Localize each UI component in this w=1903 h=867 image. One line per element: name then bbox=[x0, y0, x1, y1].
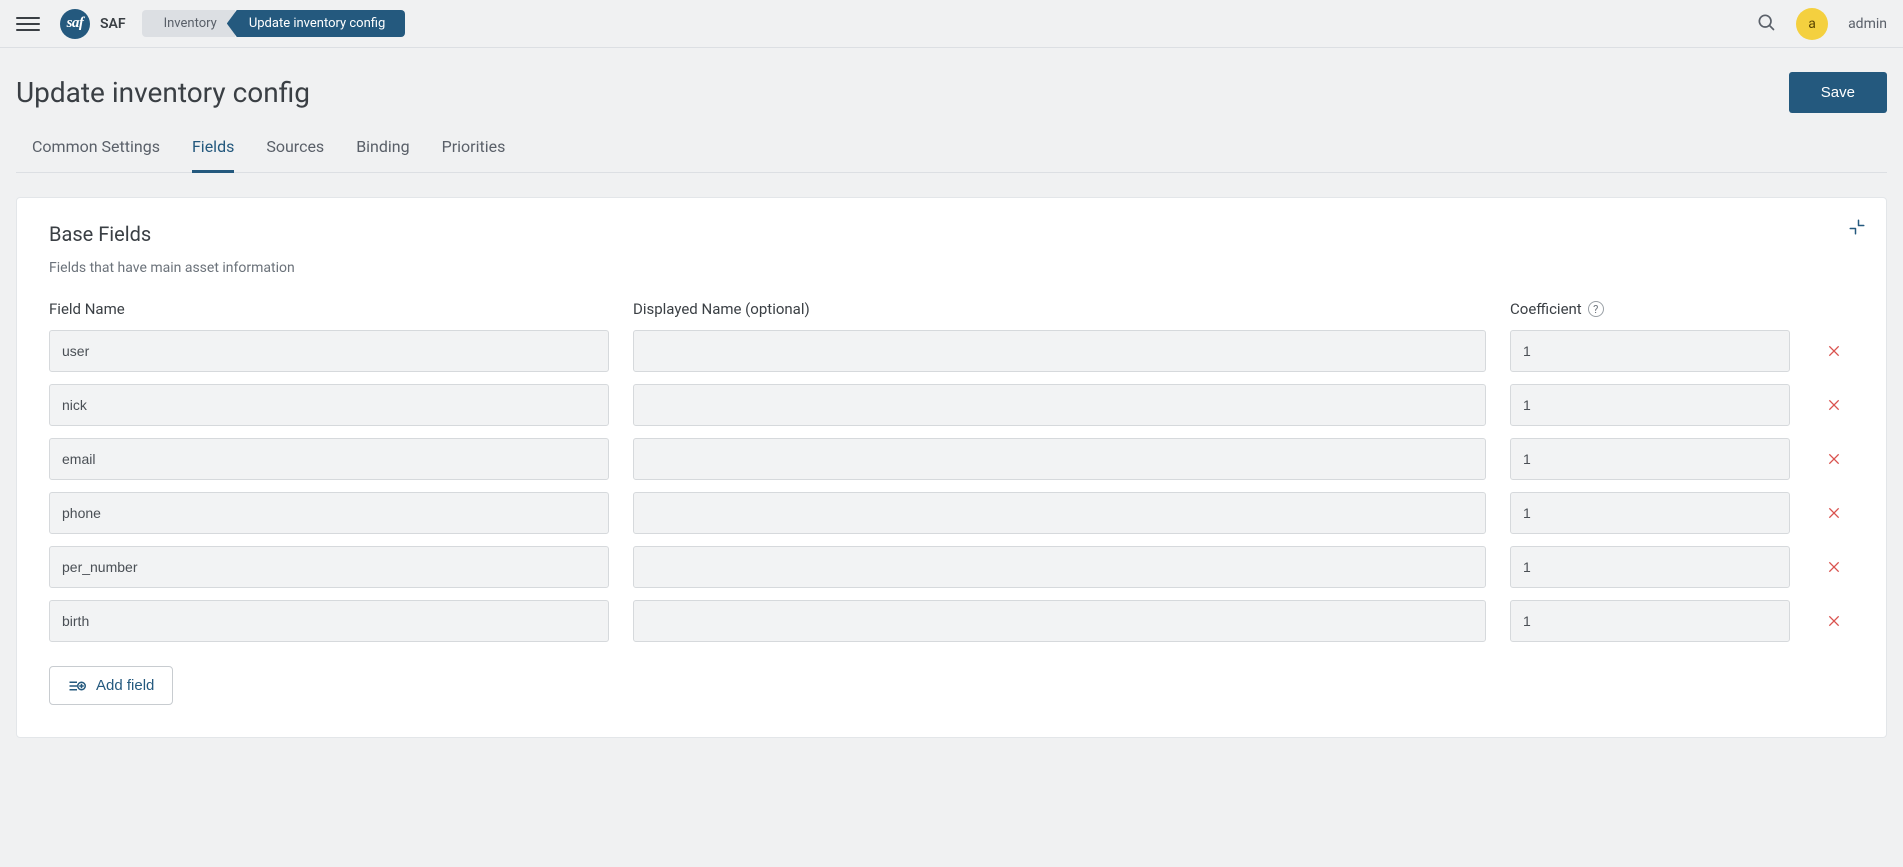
close-icon bbox=[1826, 451, 1842, 467]
delete-row-button[interactable] bbox=[1814, 613, 1854, 629]
field-row bbox=[49, 600, 1854, 642]
col-header-displayed: Displayed Name (optional) bbox=[633, 300, 1486, 318]
close-icon bbox=[1826, 559, 1842, 575]
field-name-input[interactable] bbox=[49, 492, 609, 534]
collapse-icon bbox=[1848, 218, 1866, 236]
coefficient-input[interactable] bbox=[1510, 600, 1790, 642]
topbar: saf SAF Inventory Update inventory confi… bbox=[0, 0, 1903, 48]
field-row bbox=[49, 438, 1854, 480]
field-name-input[interactable] bbox=[49, 330, 609, 372]
breadcrumb: Inventory Update inventory config bbox=[142, 10, 406, 37]
page-header: Update inventory config Save bbox=[0, 48, 1903, 113]
displayed-name-input[interactable] bbox=[633, 384, 1486, 426]
delete-row-button[interactable] bbox=[1814, 397, 1854, 413]
breadcrumb-item-inventory[interactable]: Inventory bbox=[142, 10, 235, 37]
displayed-name-input[interactable] bbox=[633, 330, 1486, 372]
tab-binding[interactable]: Binding bbox=[356, 137, 409, 172]
delete-row-button[interactable] bbox=[1814, 343, 1854, 359]
coefficient-help-icon[interactable]: ? bbox=[1588, 301, 1604, 317]
close-icon bbox=[1826, 343, 1842, 359]
field-row bbox=[49, 492, 1854, 534]
breadcrumb-item-current: Update inventory config bbox=[227, 10, 405, 37]
coefficient-input[interactable] bbox=[1510, 330, 1790, 372]
tab-fields[interactable]: Fields bbox=[192, 137, 234, 173]
field-name-input[interactable] bbox=[49, 600, 609, 642]
tab-common-settings[interactable]: Common Settings bbox=[32, 137, 160, 172]
app-logo: saf bbox=[60, 9, 90, 39]
field-row bbox=[49, 546, 1854, 588]
coefficient-input[interactable] bbox=[1510, 438, 1790, 480]
field-row bbox=[49, 330, 1854, 372]
add-field-button[interactable]: Add field bbox=[49, 666, 173, 705]
add-field-icon bbox=[68, 679, 86, 693]
base-fields-card: Base Fields Fields that have main asset … bbox=[16, 197, 1887, 738]
add-field-label: Add field bbox=[96, 677, 154, 694]
search-icon bbox=[1756, 12, 1776, 32]
coefficient-input[interactable] bbox=[1510, 492, 1790, 534]
displayed-name-input[interactable] bbox=[633, 492, 1486, 534]
delete-row-button[interactable] bbox=[1814, 559, 1854, 575]
save-button[interactable]: Save bbox=[1789, 72, 1887, 113]
menu-toggle-button[interactable] bbox=[16, 12, 40, 36]
field-name-input[interactable] bbox=[49, 384, 609, 426]
app-name: SAF bbox=[100, 16, 126, 32]
user-avatar[interactable]: a bbox=[1796, 8, 1828, 40]
col-header-name: Field Name bbox=[49, 300, 609, 318]
card-subtitle: Fields that have main asset information bbox=[49, 260, 1854, 276]
page-title: Update inventory config bbox=[16, 76, 310, 109]
delete-row-button[interactable] bbox=[1814, 505, 1854, 521]
col-header-coefficient-label: Coefficient bbox=[1510, 300, 1582, 318]
field-name-input[interactable] bbox=[49, 546, 609, 588]
close-icon bbox=[1826, 613, 1842, 629]
field-row bbox=[49, 384, 1854, 426]
displayed-name-input[interactable] bbox=[633, 600, 1486, 642]
tab-sources[interactable]: Sources bbox=[266, 137, 324, 172]
displayed-name-input[interactable] bbox=[633, 438, 1486, 480]
close-icon bbox=[1826, 397, 1842, 413]
collapse-card-button[interactable] bbox=[1848, 218, 1866, 240]
field-name-input[interactable] bbox=[49, 438, 609, 480]
displayed-name-input[interactable] bbox=[633, 546, 1486, 588]
close-icon bbox=[1826, 505, 1842, 521]
col-header-coefficient: Coefficient ? bbox=[1510, 300, 1790, 318]
search-button[interactable] bbox=[1756, 12, 1776, 36]
tabs: Common Settings Fields Sources Binding P… bbox=[16, 113, 1887, 173]
coefficient-input[interactable] bbox=[1510, 384, 1790, 426]
tab-priorities[interactable]: Priorities bbox=[442, 137, 506, 172]
delete-row-button[interactable] bbox=[1814, 451, 1854, 467]
columns-header: Field Name Displayed Name (optional) Coe… bbox=[49, 300, 1854, 318]
coefficient-input[interactable] bbox=[1510, 546, 1790, 588]
username-label[interactable]: admin bbox=[1848, 16, 1887, 32]
card-title: Base Fields bbox=[49, 222, 1854, 246]
